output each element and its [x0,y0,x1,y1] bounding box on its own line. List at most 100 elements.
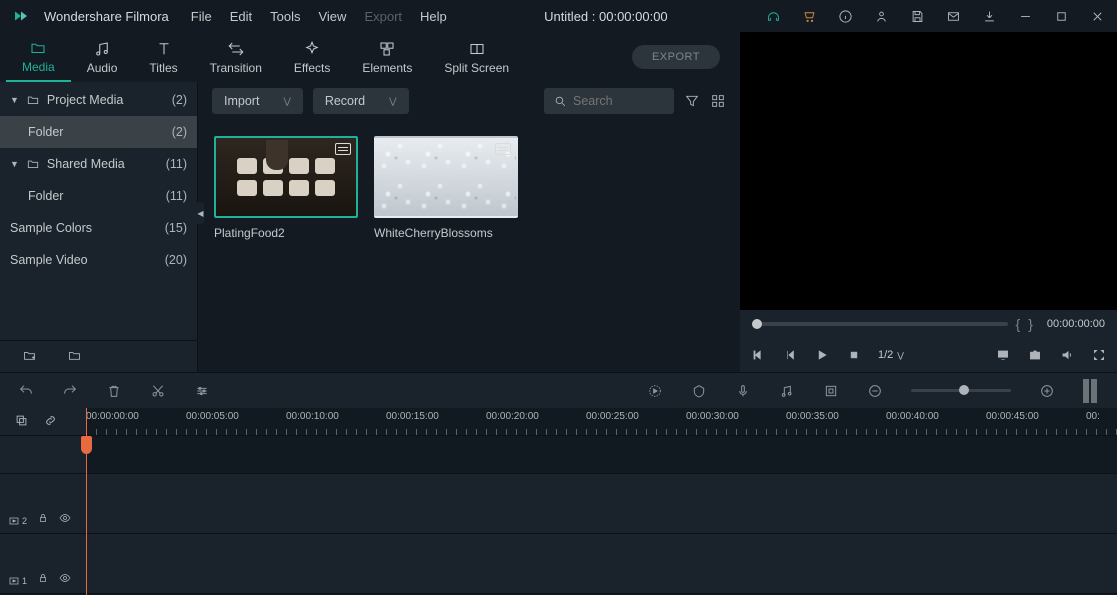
media-toolbar: Import⋁ Record⋁ [198,82,740,120]
sidebar-item[interactable]: ▼Shared Media(11) [0,148,197,180]
menu-help[interactable]: Help [420,9,447,24]
sidebar-footer [0,340,197,372]
menu-file[interactable]: File [191,9,212,24]
playhead[interactable] [86,408,87,595]
zoom-slider[interactable] [911,389,1011,392]
display-icon[interactable] [995,347,1011,363]
support-icon[interactable] [765,8,781,24]
sidebar-item-count: (11) [166,189,187,203]
volume-icon[interactable] [1059,347,1075,363]
preview-scale[interactable]: 1/2⋁ [878,349,904,361]
delete-icon[interactable] [106,383,122,399]
zoom-out-icon[interactable] [867,383,883,399]
menu-edit[interactable]: Edit [230,9,252,24]
menu-export[interactable]: Export [364,9,402,24]
sidebar: ▼Project Media(2)Folder(2)▼Shared Media(… [0,82,198,372]
crop-icon[interactable] [823,383,839,399]
tab-transition[interactable]: Transition [194,34,278,81]
lock-icon[interactable] [37,512,49,527]
track-label: 2 [8,515,27,527]
sidebar-item-label: Sample Video [10,253,88,267]
visibility-icon[interactable] [59,572,71,587]
tab-titles[interactable]: Titles [133,34,193,81]
stop-icon[interactable] [846,347,862,363]
clip-name: WhiteCherryBlossoms [374,226,518,240]
prev-frame-icon[interactable] [750,347,766,363]
clip-type-icon [495,143,511,155]
folder-icon[interactable] [67,348,82,366]
collapse-sidebar[interactable]: ◀ [197,202,204,224]
cart-icon[interactable] [801,8,817,24]
link-icon[interactable] [43,413,58,431]
media-clip[interactable]: PlatingFood2 [214,136,358,240]
sidebar-item-label: Shared Media [47,157,125,171]
tab-audio[interactable]: Audio [71,34,134,81]
sidebar-item-count: (15) [165,221,187,235]
match-frame-icon[interactable] [14,413,29,431]
grid-view-icon[interactable] [710,93,726,109]
timeline-track[interactable]: 2 [0,474,1117,534]
sidebar-item[interactable]: Sample Video(20) [0,244,197,276]
tab-split-screen[interactable]: Split Screen [428,34,525,81]
marker-icon[interactable] [691,383,707,399]
lock-icon[interactable] [37,572,49,587]
undo-icon[interactable] [18,383,34,399]
fullscreen-icon[interactable] [1091,347,1107,363]
tab-media[interactable]: Media [6,33,71,82]
ripple-toggle[interactable] [1083,379,1099,403]
voiceover-icon[interactable] [735,383,751,399]
audio-mixer-icon[interactable] [779,383,795,399]
play-icon[interactable] [814,347,830,363]
search-field[interactable] [544,88,674,114]
render-icon[interactable] [647,383,663,399]
ruler-timestamp: 00:00:10:00 [286,411,339,422]
step-back-icon[interactable] [782,347,798,363]
export-button[interactable]: EXPORT [632,45,720,69]
timeline-ruler[interactable]: 00:00:00:0000:00:05:0000:00:10:0000:00:1… [86,408,1117,435]
sidebar-item[interactable]: ▼Project Media(2) [0,84,197,116]
minimize-icon[interactable] [1017,8,1033,24]
adjust-icon[interactable] [194,383,210,399]
search-input[interactable] [573,94,663,108]
mark-out-icon[interactable]: } [1028,316,1033,332]
filter-icon[interactable] [684,93,700,109]
menu-tools[interactable]: Tools [270,9,300,24]
sidebar-item-label: Project Media [47,93,123,107]
download-icon[interactable] [981,8,997,24]
chevron-down-icon: ▼ [10,159,19,169]
ruler-timestamp: 00:00:35:00 [786,411,839,422]
visibility-icon[interactable] [59,512,71,527]
save-icon[interactable] [909,8,925,24]
ruler-timestamp: 00: [1086,411,1100,422]
menubar: File Edit Tools View Export Help [191,9,447,24]
search-icon [554,95,567,108]
app-name: Wondershare Filmora [44,9,169,24]
maximize-icon[interactable] [1053,8,1069,24]
tab-effects[interactable]: Effects [278,34,346,81]
sidebar-item[interactable]: Sample Colors(15) [0,212,197,244]
zoom-in-icon[interactable] [1039,383,1055,399]
sidebar-item[interactable]: Folder(2) [0,116,197,148]
tab-label: Elements [362,61,412,75]
redo-icon[interactable] [62,383,78,399]
snapshot-icon[interactable] [1027,347,1043,363]
tab-elements[interactable]: Elements [346,34,428,81]
cut-icon[interactable] [150,383,166,399]
tab-label: Titles [149,61,177,75]
preview-viewport[interactable] [740,32,1117,310]
close-icon[interactable] [1089,8,1105,24]
timeline-track[interactable]: 1 [0,534,1117,594]
mail-icon[interactable] [945,8,961,24]
sidebar-item[interactable]: Folder(11) [0,180,197,212]
import-dropdown[interactable]: Import⋁ [212,88,303,114]
account-icon[interactable] [873,8,889,24]
sidebar-item-count: (2) [172,93,187,107]
menu-view[interactable]: View [318,9,346,24]
mark-in-icon[interactable]: { [1016,316,1021,332]
media-clip[interactable]: WhiteCherryBlossoms [374,136,518,240]
new-folder-icon[interactable] [22,348,37,366]
folder-icon [26,93,40,107]
scrub-slider[interactable] [752,322,1008,326]
info-icon[interactable] [837,8,853,24]
record-dropdown[interactable]: Record⋁ [313,88,409,114]
